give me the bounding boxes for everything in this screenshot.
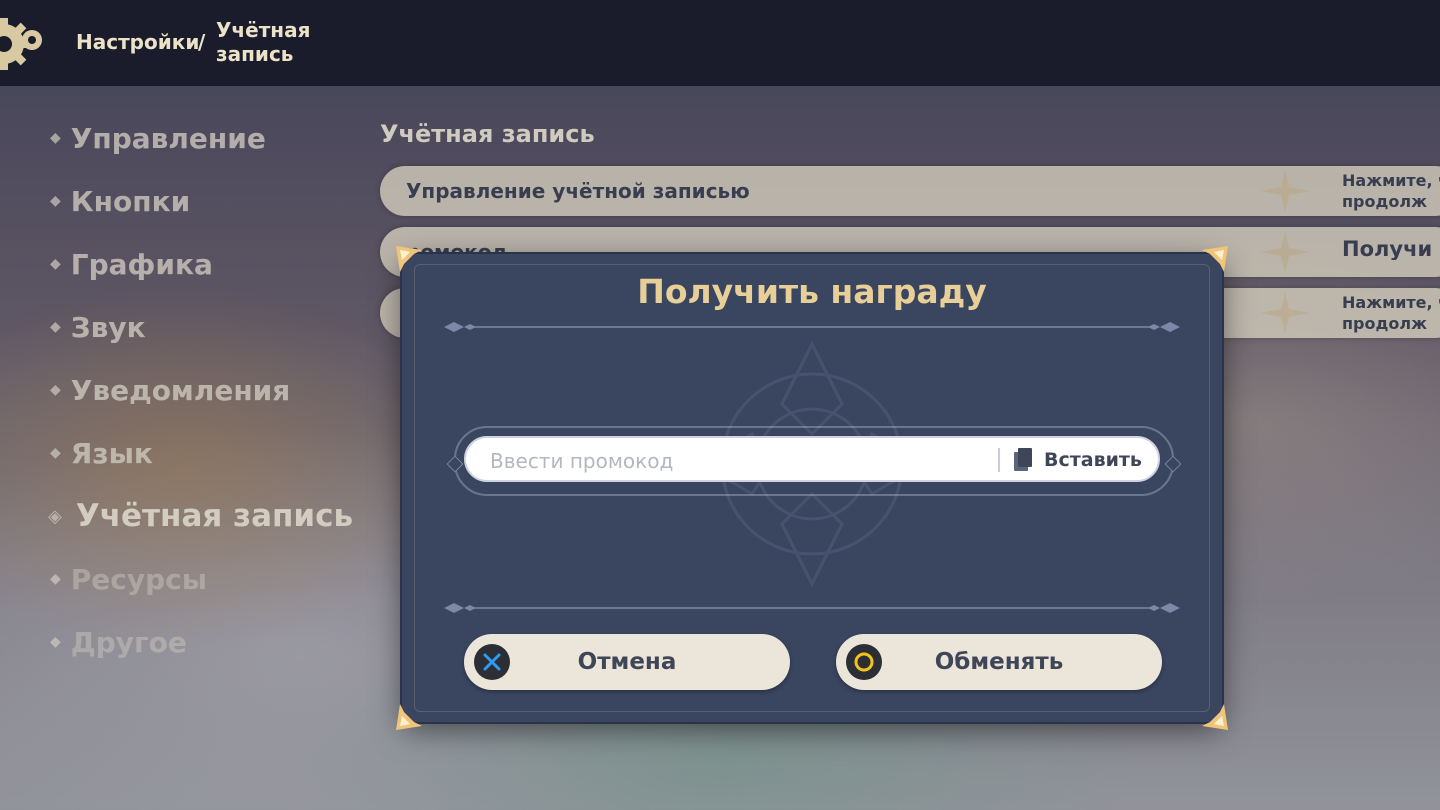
breadcrumb-current: Учётная запись — [216, 18, 311, 66]
breadcrumb-separator: / — [198, 30, 206, 54]
breadcrumb-root[interactable]: Настройки — [76, 30, 199, 54]
top-bar: Настройки / Учётная запись — [0, 0, 1440, 86]
paste-label: Вставить — [1044, 449, 1142, 471]
redeem-label: Обменять — [934, 649, 1064, 675]
input-separator — [998, 448, 1000, 472]
redeem-button[interactable]: Обменять — [836, 634, 1162, 690]
clipboard-icon — [1014, 448, 1032, 471]
promocode-input[interactable] — [488, 446, 992, 476]
promocode-field-wrap: Вставить — [446, 426, 1182, 496]
dialog-title: Получить награду — [637, 272, 987, 311]
cancel-label: Отмена — [577, 649, 677, 675]
corner-ornament — [1202, 246, 1228, 272]
corner-ornament — [396, 246, 422, 272]
promocode-field: Вставить — [464, 436, 1160, 482]
ornament-divider — [444, 603, 1180, 613]
paste-button[interactable]: Вставить — [1012, 443, 1142, 477]
ornament-divider — [444, 322, 1180, 332]
redeem-dialog: Получить награду Вставить — [396, 246, 1228, 730]
corner-ornament — [396, 704, 422, 730]
cancel-button[interactable]: Отмена — [464, 634, 790, 690]
gear-icon[interactable] — [0, 16, 48, 72]
corner-ornament — [1202, 704, 1228, 730]
